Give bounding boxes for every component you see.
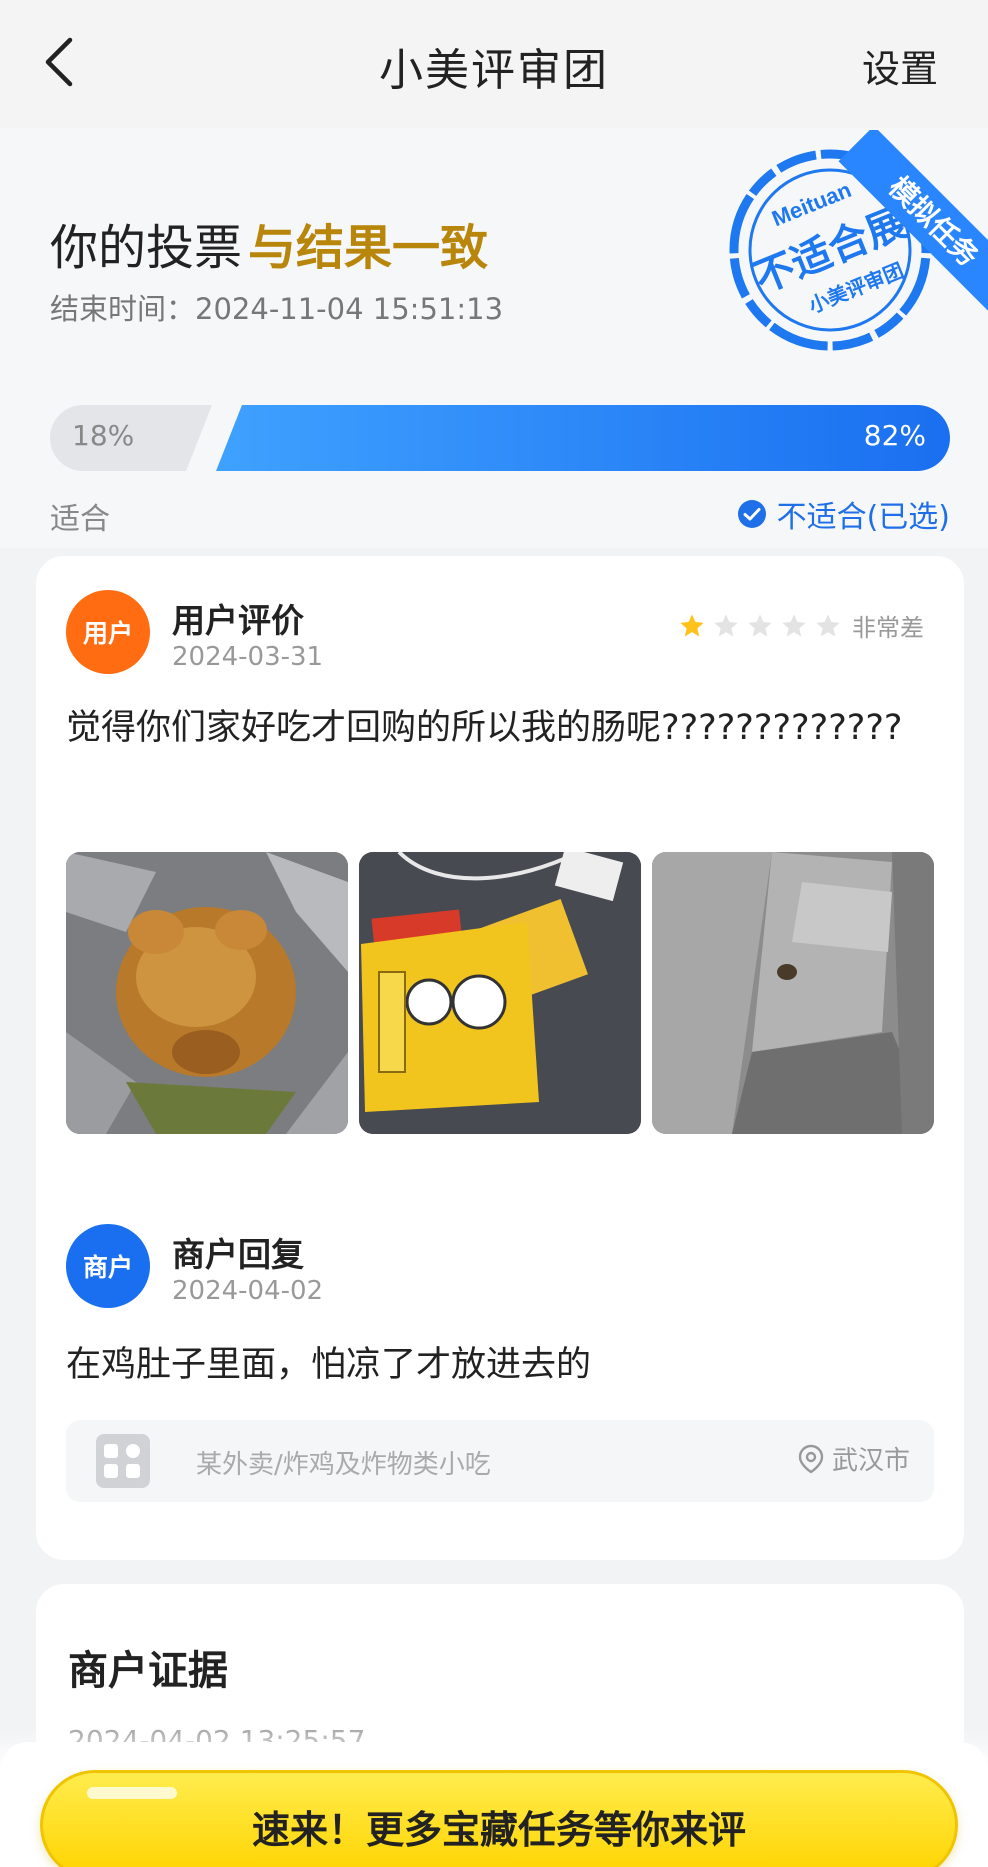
location-pin-icon [798,1444,824,1473]
more-tasks-label: 速来！更多宝藏任务等你来评 [251,1808,746,1852]
unsuitable-vote-bar: 82% [216,405,950,471]
roast-chicken-image [66,852,348,1134]
rating-label: 非常差 [852,614,924,642]
check-circle-icon [737,500,766,528]
shop-location: 武汉市 [798,1440,910,1477]
result-heading-prefix: 你的投票 [50,220,243,276]
sauce-packets-image [359,852,641,1134]
stamp-seal: Meituan 不适合展 小美评审团 [729,149,931,351]
shop-category: 某外卖/炸鸡及炸物类小吃 [196,1450,491,1480]
unsuitable-option-label: 不适合(已选) [776,500,950,535]
user-review-text: 觉得你们家好吃才回购的所以我的肠呢????????????? [66,708,903,748]
result-heading-highlight: 与结果一致 [248,220,489,276]
nav-bar: 小美评审团 设置 [0,0,988,128]
suitable-option-label: 适合 [50,502,110,537]
review-card: 用户 用户评价 2024-03-31 非常差 觉得你们家好吃才回购的所以我的肠呢… [36,556,964,1560]
star-empty-icon [714,613,738,636]
star-filled-icon [680,613,704,636]
star-empty-icon [816,613,840,636]
vote-result-section: 你的投票 与结果一致 结束时间：2024-11-04 15:51:13 Meitu… [0,128,988,548]
page-title: 小美评审团 [379,45,609,96]
review-photo-chicken[interactable] [66,852,348,1134]
suitable-percent: 18% [72,419,135,452]
star-empty-icon [782,613,806,636]
end-time: 结束时间：2024-11-04 15:51:13 [50,286,503,328]
end-time-label: 结束时间： [50,292,196,326]
user-review-title: 用户评价 [172,601,304,640]
unsuitable-option-selected: 不适合(已选) [737,492,950,536]
evidence-title: 商户证据 [68,1648,228,1694]
review-photo-packets[interactable] [359,852,641,1134]
button-shine [87,1787,177,1799]
shop-info-row[interactable]: 某外卖/炸鸡及炸物类小吃 武汉市 [66,1420,934,1502]
more-tasks-button[interactable]: 速来！更多宝藏任务等你来评 [40,1770,958,1867]
user-review-date: 2024-03-31 [172,642,324,672]
shop-location-text: 武汉市 [831,1446,910,1476]
empty-foil-bag-image [652,852,934,1134]
merchant-avatar: 商户 [66,1224,150,1308]
star-empty-icon [748,613,772,636]
star-rating: 非常差 [678,608,924,643]
result-stamp: Meituan 不适合展 小美评审团 模拟任务 [718,130,988,380]
merchant-reply-text: 在鸡肚子里面，怕凉了才放进去的 [66,1345,592,1385]
merchant-reply-date: 2024-04-02 [172,1276,324,1306]
user-avatar: 用户 [66,590,150,674]
shop-thumbnail-icon [96,1434,150,1488]
suitable-vote-bar: 18% [50,405,212,471]
result-heading: 你的投票 与结果一致 [50,208,488,278]
settings-button[interactable]: 设置 [862,38,938,93]
merchant-reply-title: 商户回复 [172,1235,304,1274]
unsuitable-percent: 82% [863,419,926,452]
end-time-value: 2024-11-04 15:51:13 [195,292,504,326]
review-photo-bag[interactable] [652,852,934,1134]
